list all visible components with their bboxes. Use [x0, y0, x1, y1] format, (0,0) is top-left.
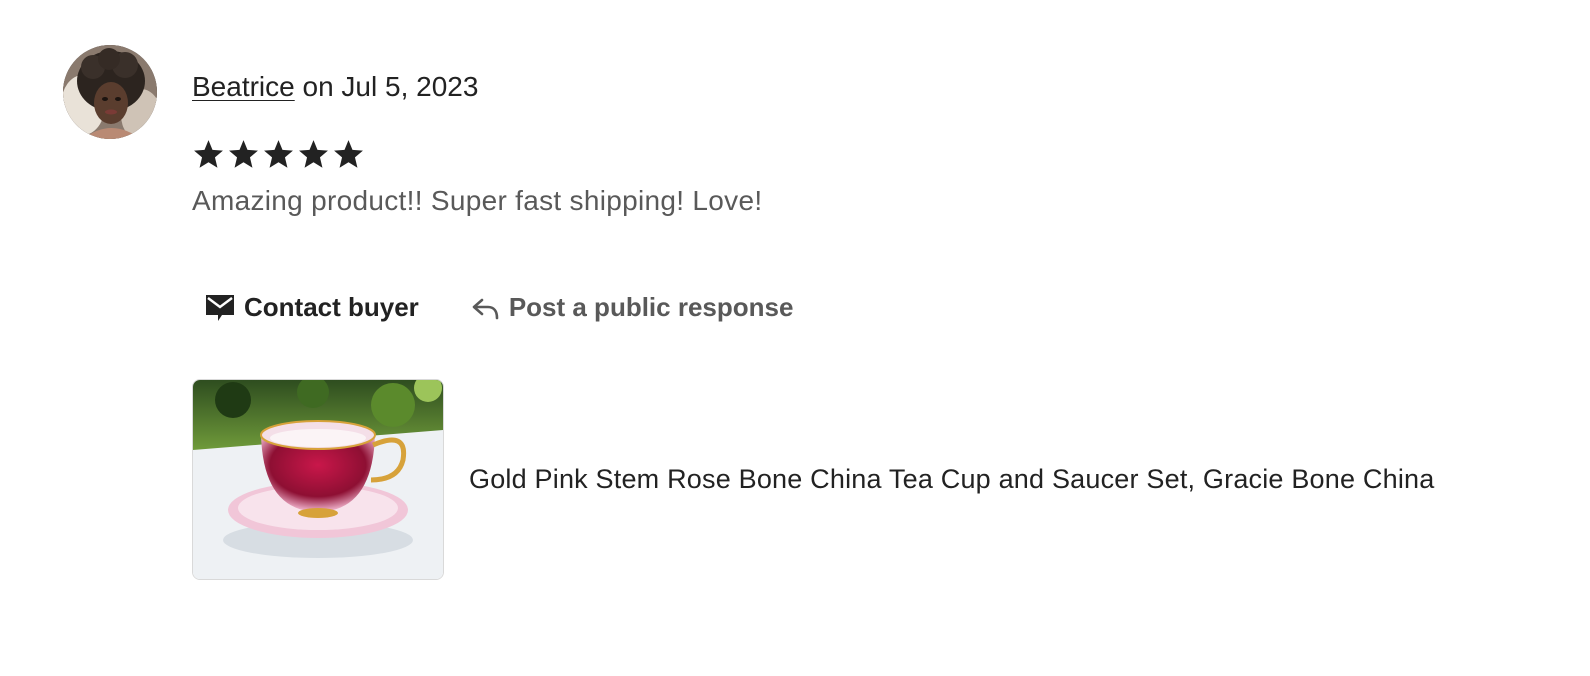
post-public-response-label: Post a public response [508, 291, 794, 322]
purchased-item-link[interactable]: Gold Pink Stem Rose Bone China Tea Cup a… [192, 379, 1434, 580]
product-title: Gold Pink Stem Rose Bone China Tea Cup a… [469, 464, 1435, 494]
product-thumbnail[interactable] [192, 379, 444, 580]
star-rating [192, 138, 365, 171]
review-date: on Jul 5, 2023 [302, 71, 479, 102]
contact-buyer-button[interactable]: Contact buyer [196, 285, 427, 329]
review-actions: Contact buyer Post a public response [196, 282, 801, 332]
star-icon [334, 140, 363, 168]
envelope-icon [204, 291, 236, 323]
review-text: Amazing product!! Super fast shipping! L… [192, 185, 763, 216]
post-public-response-button[interactable]: Post a public response [461, 285, 802, 329]
avatar[interactable] [63, 45, 157, 139]
contact-buyer-label: Contact buyer [244, 291, 419, 322]
star-icon [229, 140, 258, 168]
star-icon [194, 140, 223, 168]
reviewer-name-link[interactable]: Beatrice [192, 71, 295, 102]
star-icon [264, 140, 293, 168]
star-icon [299, 140, 328, 168]
reply-arrow-icon [469, 291, 501, 323]
avatar-image [63, 45, 157, 139]
review-meta: Beatrice on Jul 5, 2023 [192, 68, 478, 106]
review-card: Beatrice on Jul 5, 2023 Amazing product!… [0, 0, 1590, 676]
